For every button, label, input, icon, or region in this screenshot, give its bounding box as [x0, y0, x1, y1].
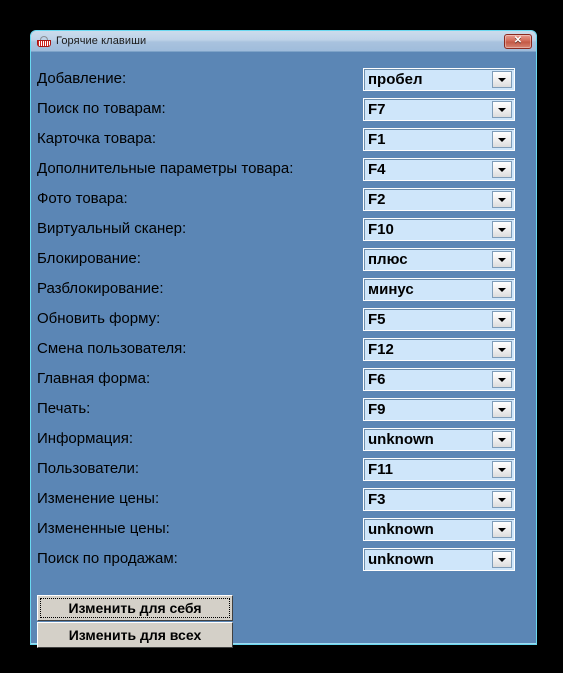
hotkey-select-value: F11: [368, 461, 394, 478]
hotkey-select[interactable]: F9: [363, 398, 515, 421]
hotkey-select-value: F12: [368, 341, 394, 358]
chevron-down-icon[interactable]: [492, 221, 512, 238]
hotkey-label: Фото товара:: [37, 190, 128, 207]
window-title: Горячие клавиши: [56, 35, 147, 47]
hotkey-label: Блокирование:: [37, 250, 141, 267]
hotkey-row: Разблокирование: минус: [31, 274, 536, 304]
hotkey-label: Смена пользователя:: [37, 340, 187, 357]
chevron-down-icon[interactable]: [492, 461, 512, 478]
hotkey-select[interactable]: unknown: [363, 548, 515, 571]
hotkey-row: Обновить форму: F5: [31, 304, 536, 334]
hotkey-select-value: unknown: [368, 521, 434, 538]
chevron-down-icon[interactable]: [492, 281, 512, 298]
hotkey-row: Измененные цены: unknown: [31, 514, 536, 544]
chevron-down-icon[interactable]: [492, 521, 512, 538]
chevron-down-icon[interactable]: [492, 551, 512, 568]
basket-icon: [36, 33, 52, 49]
hotkey-select-value: плюс: [368, 251, 408, 268]
hotkey-select[interactable]: F6: [363, 368, 515, 391]
hotkey-label: Добавление:: [37, 70, 127, 87]
hotkey-row: Виртуальный сканер: F10: [31, 214, 536, 244]
hotkey-row: Карточка товара: F1: [31, 124, 536, 154]
hotkey-select[interactable]: F7: [363, 98, 515, 121]
hotkey-select[interactable]: F12: [363, 338, 515, 361]
hotkey-row: Блокирование: плюс: [31, 244, 536, 274]
hotkey-select[interactable]: F11: [363, 458, 515, 481]
hotkey-row: Фото товара: F2: [31, 184, 536, 214]
chevron-down-icon[interactable]: [492, 71, 512, 88]
chevron-down-icon[interactable]: [492, 161, 512, 178]
button-label: Изменить для всех: [68, 627, 202, 643]
chevron-down-icon[interactable]: [492, 491, 512, 508]
hotkey-row: Поиск по продажам: unknown: [31, 544, 536, 574]
chevron-down-icon[interactable]: [492, 311, 512, 328]
hotkey-select[interactable]: F5: [363, 308, 515, 331]
hotkey-row: Поиск по товарам: F7: [31, 94, 536, 124]
hotkey-row: Добавление: пробел: [31, 64, 536, 94]
hotkey-row: Пользователи: F11: [31, 454, 536, 484]
close-button[interactable]: ✕: [504, 33, 532, 49]
hotkey-label: Изменение цены:: [37, 490, 160, 507]
hotkey-label: Виртуальный сканер:: [37, 220, 187, 237]
chevron-down-icon[interactable]: [492, 401, 512, 418]
hotkey-row: Главная форма: F6: [31, 364, 536, 394]
hotkey-label: Разблокирование:: [37, 280, 164, 297]
hotkey-select[interactable]: F2: [363, 188, 515, 211]
chevron-down-icon[interactable]: [492, 131, 512, 148]
hotkey-label: Дополнительные параметры товара:: [37, 160, 294, 177]
chevron-down-icon[interactable]: [492, 251, 512, 268]
hotkey-row: Информация: unknown: [31, 424, 536, 454]
hotkey-label: Печать:: [37, 400, 91, 417]
hotkey-select-value: F1: [368, 131, 386, 148]
hotkey-label: Поиск по товарам:: [37, 100, 166, 117]
hotkey-label: Поиск по продажам:: [37, 550, 178, 567]
chevron-down-icon[interactable]: [492, 191, 512, 208]
window-client-area: Добавление: пробел Поиск по товарам: F7 Карт…: [31, 52, 536, 648]
hotkey-select[interactable]: F3: [363, 488, 515, 511]
hotkey-select-value: F5: [368, 311, 386, 328]
hotkey-select[interactable]: пробел: [363, 68, 515, 91]
hotkey-select-value: F2: [368, 191, 386, 208]
hotkey-select-value: F4: [368, 161, 386, 178]
hotkey-row: Изменение цены: F3: [31, 484, 536, 514]
hotkey-label: Обновить форму:: [37, 310, 161, 327]
hotkey-select[interactable]: F10: [363, 218, 515, 241]
hotkey-select-value: F3: [368, 491, 386, 508]
hotkey-select-value: unknown: [368, 551, 434, 568]
hotkey-select-value: F9: [368, 401, 386, 418]
hotkey-row: Смена пользователя: F12: [31, 334, 536, 364]
hotkey-select-value: F7: [368, 101, 386, 118]
button-label: Изменить для себя: [40, 598, 230, 618]
hotkey-row: Дополнительные параметры товара: F4: [31, 154, 536, 184]
hotkey-label: Главная форма:: [37, 370, 151, 387]
hotkey-select[interactable]: F1: [363, 128, 515, 151]
hotkey-select[interactable]: плюс: [363, 248, 515, 271]
chevron-down-icon[interactable]: [492, 341, 512, 358]
hotkey-label: Измененные цены:: [37, 520, 170, 537]
hotkey-select[interactable]: unknown: [363, 428, 515, 451]
hotkeys-window: Горячие клавиши ✕ Добавление: пробел Поиск…: [30, 30, 537, 648]
hotkey-row: Печать: F9: [31, 394, 536, 424]
hotkey-select[interactable]: F4: [363, 158, 515, 181]
chevron-down-icon[interactable]: [492, 371, 512, 388]
hotkey-select-value: unknown: [368, 431, 434, 448]
window-titlebar[interactable]: Горячие клавиши ✕: [31, 31, 536, 52]
hotkey-label: Пользователи:: [37, 460, 140, 477]
chevron-down-icon[interactable]: [492, 431, 512, 448]
hotkey-select[interactable]: минус: [363, 278, 515, 301]
close-icon: ✕: [513, 35, 523, 46]
hotkey-label: Информация:: [37, 430, 134, 447]
change-for-self-button[interactable]: Изменить для себя: [37, 595, 233, 621]
hotkey-select[interactable]: unknown: [363, 518, 515, 541]
chevron-down-icon[interactable]: [492, 101, 512, 118]
hotkey-select-value: минус: [368, 281, 414, 298]
change-for-all-button[interactable]: Изменить для всех: [37, 622, 233, 648]
hotkey-select-value: пробел: [368, 71, 423, 88]
hotkey-label: Карточка товара:: [37, 130, 157, 147]
hotkey-select-value: F6: [368, 371, 386, 388]
hotkey-select-value: F10: [368, 221, 394, 238]
